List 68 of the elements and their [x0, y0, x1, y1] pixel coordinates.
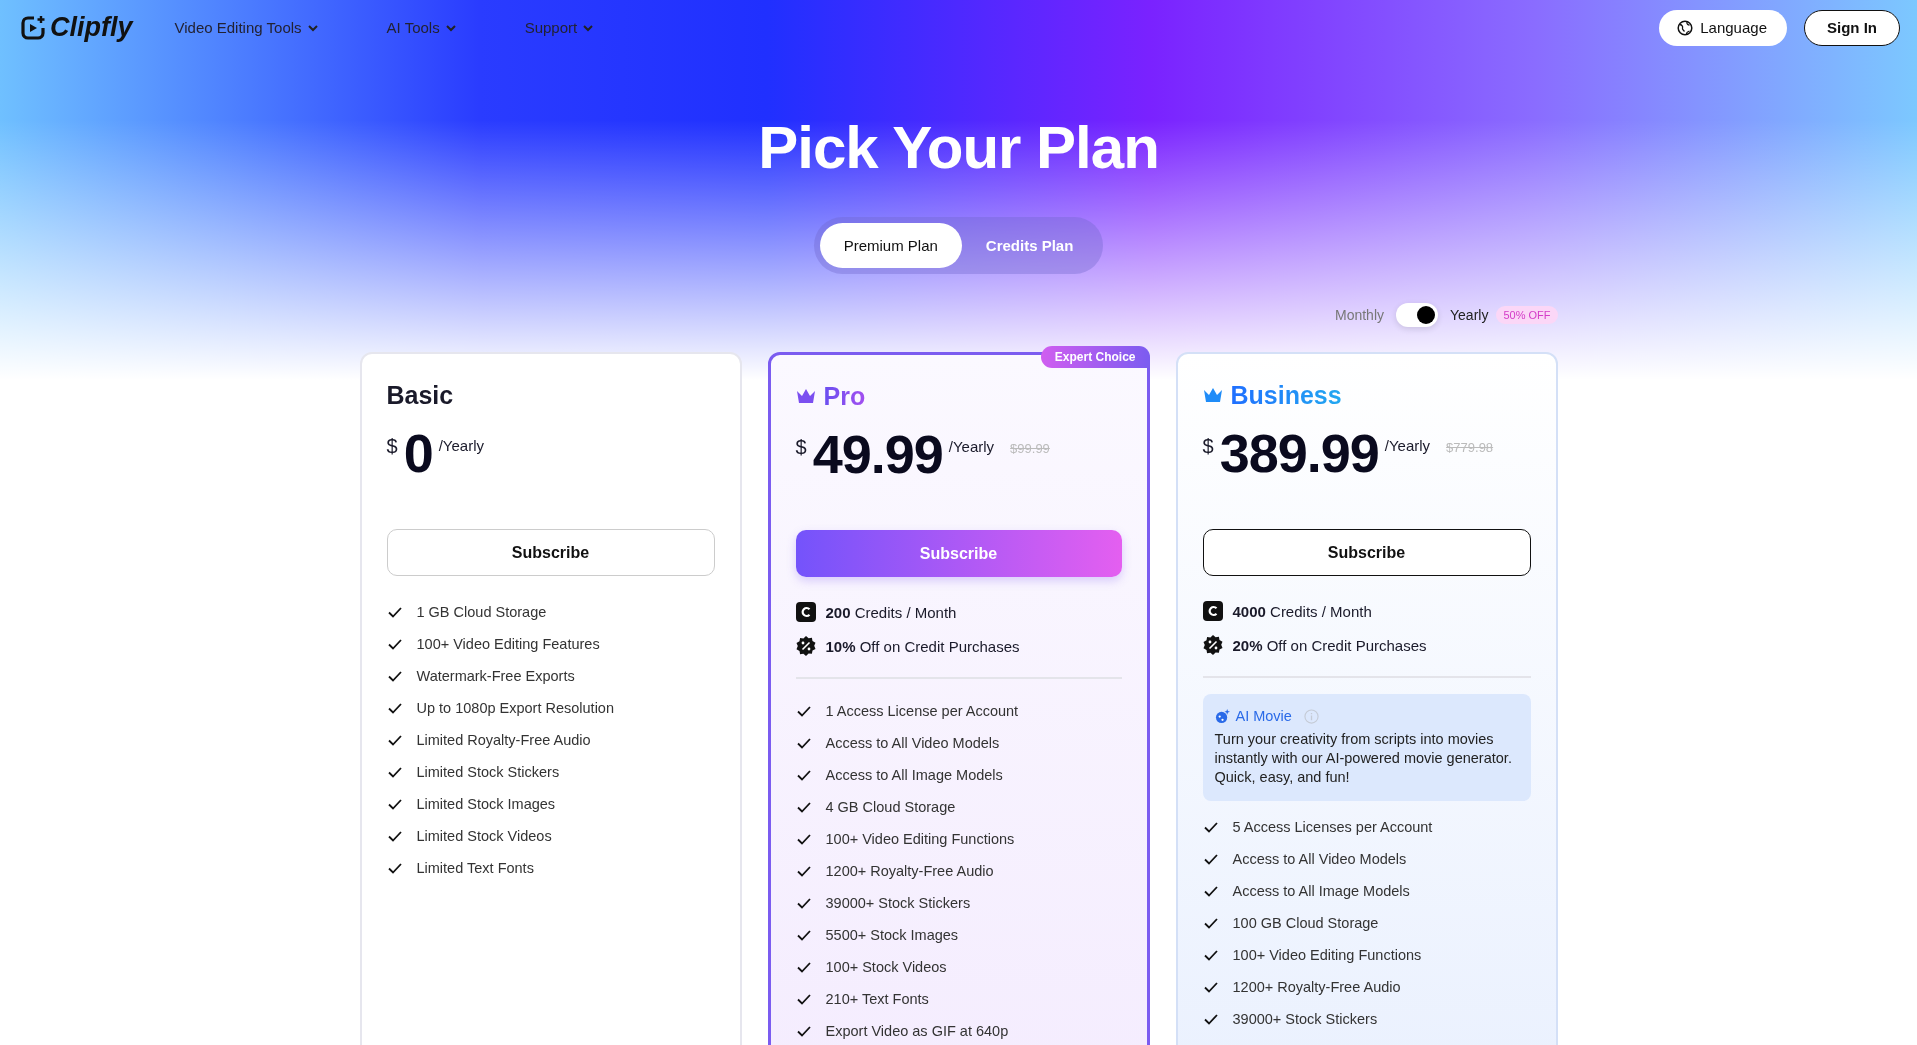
feature-text: Access to All Image Models [1232, 883, 1410, 899]
discount-badge: 50% OFF [1496, 306, 1558, 324]
feature-text: 1200+ Royalty-Free Audio [1232, 979, 1401, 995]
price-period: /Yearly [1384, 437, 1431, 454]
currency-symbol: $ [386, 435, 398, 458]
feature-text: 100+ Video Editing Functions [1232, 947, 1422, 963]
feature-text: 100+ Video Editing Features [416, 636, 600, 652]
yearly-label: Yearly [1450, 307, 1489, 323]
language-button[interactable]: Language [1659, 9, 1787, 46]
original-price: $99.99 [1010, 441, 1050, 456]
feature-text: 100+ Stock Videos [825, 959, 947, 975]
nav-menu[interactable]: Video Editing Tools [174, 19, 319, 36]
feature-text: 100 GB Cloud Storage [1232, 915, 1379, 931]
feature-text: 39000+ Stock Stickers [825, 895, 971, 911]
sign-in-button[interactable]: Sign In [1804, 9, 1900, 46]
page-title: Pick Your Plan [757, 113, 1160, 183]
price-amount: 389.99 [1219, 422, 1379, 484]
feature-text: 1 Access License per Account [825, 703, 1019, 719]
crown-icon [1202, 387, 1223, 403]
currency-symbol: $ [1202, 435, 1214, 458]
feature-text: Access to All Image Models [825, 767, 1003, 783]
feature-title: AI Movie [1235, 708, 1292, 724]
feature-text: Up to 1080p Export Resolution [416, 700, 614, 716]
expert-choice-badge: Expert Choice [1040, 346, 1150, 368]
feature-text: Limited Stock Stickers [416, 764, 560, 780]
discount-text: 20% Off on Credit Purchases [1232, 636, 1427, 654]
feature-text: Limited Royalty-Free Audio [416, 732, 591, 748]
plan-name: Basic [386, 380, 454, 410]
price-amount: 49.99 [812, 423, 943, 485]
feature-text: Limited Stock Images [416, 796, 556, 812]
feature-text: 1200+ Royalty-Free Audio [825, 863, 994, 879]
discount-icon [795, 636, 816, 656]
feature-text: 5 Access Licenses per Account [1232, 819, 1433, 835]
feature-text: Access to All Video Models [1232, 851, 1407, 867]
credits-text: 4000 Credits / Month [1232, 602, 1372, 620]
feature-text: 210+ Text Fonts [825, 991, 929, 1007]
subscribe-button[interactable]: Subscribe [795, 530, 1122, 577]
feature-text: 100+ Video Editing Functions [825, 831, 1015, 847]
monthly-label: Monthly [1335, 307, 1384, 323]
subscribe-button[interactable]: Subscribe [386, 529, 715, 576]
credits-text: 200 Credits / Month [825, 603, 957, 621]
feature-description: Turn your creativity from scripts into movies instantly with our AI-powered movie generator. Quick, easy, and fun! [1214, 730, 1513, 787]
discount-text: 10% Off on Credit Purchases [825, 637, 1020, 655]
feature-text: 39000+ Stock Stickers [1232, 1011, 1378, 1027]
feature-text: Watermark-Free Exports [416, 668, 575, 684]
plan-tab[interactable]: Premium Plan [819, 223, 962, 268]
credits-icon [1202, 601, 1223, 621]
feature-text: 4 GB Cloud Storage [825, 799, 956, 815]
billing-toggle[interactable] [1396, 303, 1438, 327]
price-period: /Yearly [948, 438, 995, 455]
price-amount: 0 [403, 422, 433, 484]
original-price: $779.98 [1446, 440, 1494, 455]
feature-text: Export Video as GIF at 640p [825, 1023, 1009, 1039]
feature-text: Access to All Video Models [825, 735, 1000, 751]
logo-text[interactable]: Clipfly [50, 12, 133, 43]
price-period: /Yearly [438, 437, 484, 454]
feature-text: 1 GB Cloud Storage [416, 604, 547, 620]
feature-text: Limited Text Fonts [416, 860, 534, 876]
crown-icon [795, 388, 816, 404]
feature-text: 5500+ Stock Images [825, 927, 959, 943]
credits-icon [795, 602, 816, 622]
discount-icon [1202, 635, 1223, 655]
globe-icon [1677, 19, 1694, 36]
logo-icon [20, 14, 46, 41]
feature-text: Limited Stock Videos [416, 828, 552, 844]
sparkle-palette-icon [1214, 708, 1230, 724]
subscribe-button[interactable]: Subscribe [1202, 529, 1531, 576]
currency-symbol: $ [795, 436, 807, 459]
